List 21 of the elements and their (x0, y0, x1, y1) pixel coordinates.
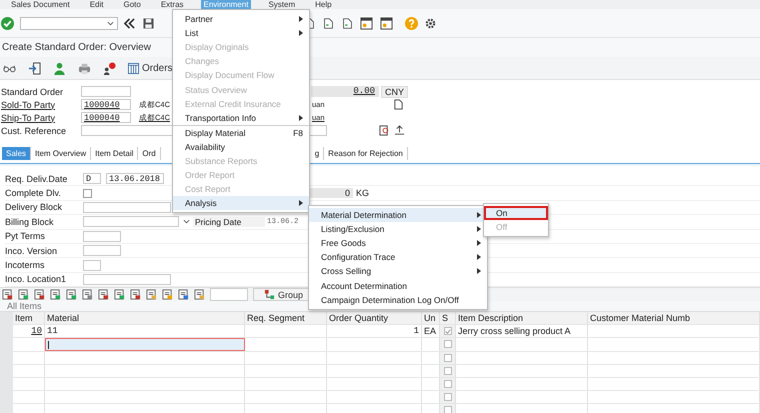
field-label: Incoterms (5, 260, 46, 270)
field-label: Billing Block (5, 216, 55, 227)
table-cell: 1 (414, 326, 419, 336)
table-cell: EA (424, 326, 436, 336)
table-title: All Items (7, 301, 42, 312)
field-label: Req. Deliv.Date (5, 174, 68, 184)
field-label: Sold-To Party (0, 100, 56, 110)
field-label: Inco. Location1 (5, 274, 68, 284)
field-label: Inco. Version (5, 246, 58, 256)
table-cell: Jerry cross selling product A (458, 326, 571, 336)
field-label: Delivery Block (5, 202, 64, 212)
table-cell: 10 (31, 326, 42, 336)
field-label: Standard Order (0, 86, 64, 96)
unit-field: KG (356, 188, 370, 198)
field-label: Cust. Reference (0, 126, 68, 136)
field-label: Ship-To Party (0, 112, 56, 122)
net-value-field: 0.00 (311, 86, 379, 97)
field-label: Complete Dlv. (5, 188, 62, 198)
currency-field: CNY (381, 86, 408, 98)
field-label: Pricing Date (193, 216, 265, 227)
field-label: Pyt Terms (5, 231, 46, 242)
